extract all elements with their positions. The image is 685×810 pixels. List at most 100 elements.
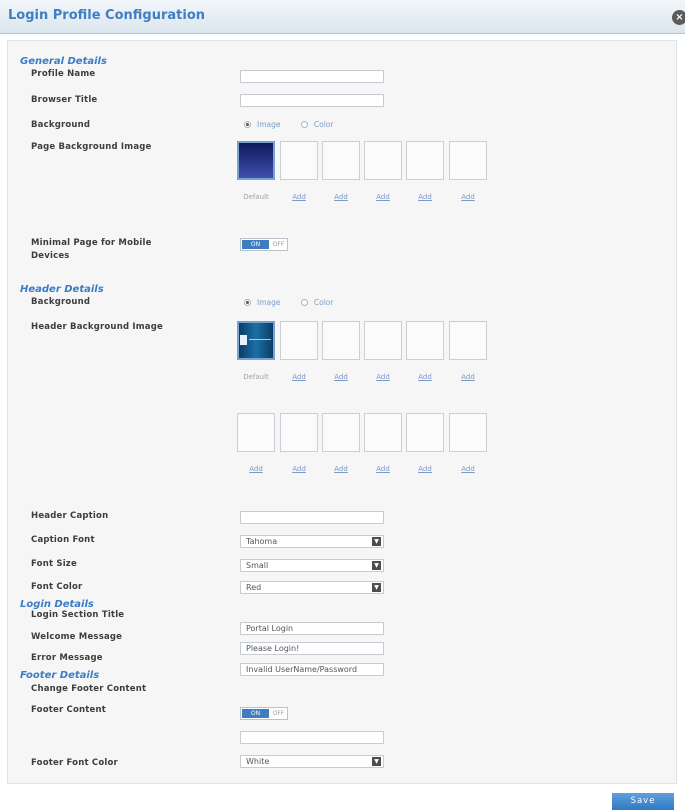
radio-unselected-icon xyxy=(300,121,308,128)
thumb-add-link[interactable]: Add xyxy=(280,465,318,473)
window-titlebar: Login Profile Configuration × xyxy=(0,0,685,34)
header-background-image-label: Header Background Image xyxy=(31,322,163,332)
caption-font-value: Tahoma xyxy=(246,537,278,546)
radio-unselected-icon xyxy=(300,299,308,306)
thumb-add-link[interactable]: Add xyxy=(406,465,444,473)
error-message-input[interactable]: Invalid UserName/Password xyxy=(240,663,384,676)
header-bg-thumb-default[interactable] xyxy=(237,321,275,360)
background-color-radio[interactable]: Color xyxy=(300,120,334,129)
minimal-page-toggle[interactable]: ON OFF xyxy=(240,238,288,251)
save-button[interactable]: Save xyxy=(612,793,674,810)
font-size-label: Font Size xyxy=(31,559,77,569)
page-bg-thumb[interactable] xyxy=(406,141,444,180)
header-caption-input[interactable] xyxy=(240,511,384,524)
radio-label: Image xyxy=(257,120,281,129)
page-bg-thumb[interactable] xyxy=(322,141,360,180)
header-bg-thumb[interactable] xyxy=(449,321,487,360)
footer-content-label: Footer Content xyxy=(31,705,106,715)
login-section-title-input[interactable]: Portal Login xyxy=(240,622,384,635)
thumb-add-link[interactable]: Add xyxy=(364,465,402,473)
close-icon[interactable]: × xyxy=(672,10,685,25)
font-color-select[interactable]: Red ▼ xyxy=(240,581,384,594)
footer-font-color-value: White xyxy=(246,757,270,766)
page-bg-thumb[interactable] xyxy=(280,141,318,180)
background-label: Background xyxy=(31,120,91,130)
chevron-down-icon: ▼ xyxy=(372,757,381,766)
page-bg-thumb-default[interactable] xyxy=(237,141,275,180)
thumb-add-link[interactable]: Add xyxy=(406,193,444,201)
thumb-default-caption: Default xyxy=(243,373,269,381)
background-image-radio[interactable]: Image xyxy=(244,120,281,129)
thumb-add-link[interactable]: Add xyxy=(449,373,487,381)
toggle-off: OFF xyxy=(272,241,285,248)
profile-name-label: Profile Name xyxy=(31,69,96,79)
thumb-add-link[interactable]: Add xyxy=(449,465,487,473)
header-bg-thumb[interactable] xyxy=(364,321,402,360)
chevron-down-icon: ▼ xyxy=(372,537,381,546)
section-login-heading: Login Details xyxy=(20,599,94,610)
header-bg-thumb[interactable] xyxy=(406,413,444,452)
header-bg-thumb[interactable] xyxy=(322,413,360,452)
welcome-message-input[interactable]: Please Login! xyxy=(240,642,384,655)
thumb-add-link[interactable]: Add xyxy=(322,465,360,473)
header-background-label: Background xyxy=(31,297,91,307)
header-bg-thumb[interactable] xyxy=(280,321,318,360)
section-general-heading: General Details xyxy=(20,56,107,67)
font-color-value: Red xyxy=(246,583,262,592)
footer-font-color-select[interactable]: White ▼ xyxy=(240,755,384,768)
font-size-value: Small xyxy=(246,561,269,570)
font-size-select[interactable]: Small ▼ xyxy=(240,559,384,572)
thumb-add-link[interactable]: Add xyxy=(280,193,318,201)
header-background-image-radio[interactable]: Image xyxy=(244,298,281,307)
thumb-add-link[interactable]: Add xyxy=(322,193,360,201)
change-footer-toggle[interactable]: ON OFF xyxy=(240,707,288,720)
header-bg-thumb[interactable] xyxy=(322,321,360,360)
header-bg-thumb[interactable] xyxy=(364,413,402,452)
header-background-color-radio[interactable]: Color xyxy=(300,298,334,307)
header-background-radio-group: Image Color xyxy=(244,298,351,308)
browser-title-label: Browser Title xyxy=(31,95,98,105)
minimal-page-label: Minimal Page for Mobile Devices xyxy=(31,238,152,261)
thumb-default-caption: Default xyxy=(243,193,269,201)
error-message-label: Error Message xyxy=(31,653,103,663)
header-caption-label: Header Caption xyxy=(31,511,109,521)
chevron-down-icon: ▼ xyxy=(372,561,381,570)
caption-font-select[interactable]: Tahoma ▼ xyxy=(240,535,384,548)
profile-name-input[interactable] xyxy=(240,70,384,83)
radio-selected-icon xyxy=(244,299,251,306)
thumb-add-link[interactable]: Add xyxy=(449,193,487,201)
radio-label: Image xyxy=(257,298,281,307)
header-bg-thumb[interactable] xyxy=(449,413,487,452)
section-header-heading: Header Details xyxy=(20,284,104,295)
toggle-on: ON xyxy=(242,240,269,249)
login-section-title-label: Login Section Title xyxy=(31,610,125,620)
browser-title-input[interactable] xyxy=(240,94,384,107)
header-bg-thumb[interactable] xyxy=(280,413,318,452)
background-radio-group: Image Color xyxy=(244,120,351,130)
chevron-down-icon: ▼ xyxy=(372,583,381,592)
change-footer-label: Change Footer Content xyxy=(31,684,147,694)
thumb-add-link[interactable]: Add xyxy=(322,373,360,381)
thumb-add-link[interactable]: Add xyxy=(364,373,402,381)
thumb-add-link[interactable]: Add xyxy=(280,373,318,381)
page-bg-thumb[interactable] xyxy=(364,141,402,180)
header-bg-thumb[interactable] xyxy=(406,321,444,360)
thumb-add-link[interactable]: Add xyxy=(406,373,444,381)
toggle-on: ON xyxy=(242,709,269,718)
font-color-label: Font Color xyxy=(31,582,83,592)
welcome-message-label: Welcome Message xyxy=(31,632,123,642)
page-bg-thumb[interactable] xyxy=(449,141,487,180)
footer-font-color-label: Footer Font Color xyxy=(31,758,118,768)
page-background-image-label: Page Background Image xyxy=(31,142,152,152)
section-footer-heading: Footer Details xyxy=(20,670,100,681)
radio-label: Color xyxy=(313,298,334,307)
caption-font-label: Caption Font xyxy=(31,535,95,545)
footer-content-input[interactable] xyxy=(240,731,384,744)
radio-label: Color xyxy=(313,120,334,129)
header-bg-thumb[interactable] xyxy=(237,413,275,452)
toggle-off: OFF xyxy=(272,710,285,717)
thumb-add-link[interactable]: Add xyxy=(364,193,402,201)
window-title: Login Profile Configuration xyxy=(8,8,206,23)
thumb-add-link[interactable]: Add xyxy=(237,465,275,473)
radio-selected-icon xyxy=(244,121,251,128)
